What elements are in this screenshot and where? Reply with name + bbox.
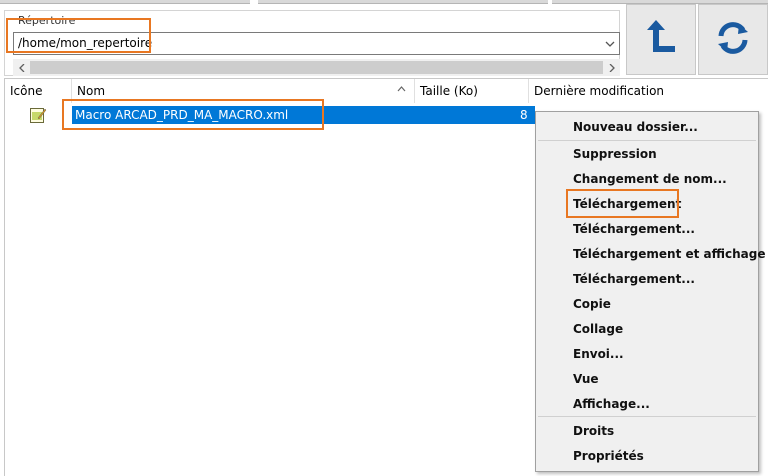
file-size: 8 [520,108,528,122]
sort-ascending-icon [397,84,406,95]
menu-item-view[interactable]: Vue [573,372,599,386]
column-header-icon[interactable]: Icône [5,79,72,103]
menu-item-download-and-view[interactable]: Téléchargement et affichage [573,247,766,261]
menu-item-download-to[interactable]: Téléchargement... [573,272,695,286]
column-size-label: Taille (Ko) [420,84,478,98]
menu-item-delete[interactable]: Suppression [573,147,657,161]
column-header-modified[interactable]: Dernière modification [529,79,768,103]
column-modified-label: Dernière modification [534,84,665,98]
directory-combobox[interactable]: /home/mon_repertoire [13,32,620,55]
menu-separator [538,140,756,141]
column-header-size[interactable]: Taille (Ko) [415,79,529,103]
menu-item-display[interactable]: Affichage... [573,397,650,411]
file-name[interactable]: Macro ARCAD_PRD_MA_MACRO.xml [75,108,288,122]
row-size-cell-bg[interactable] [415,106,535,124]
arrow-up-corner-icon [641,18,681,61]
menu-separator [538,416,756,417]
scrollbar-thumb[interactable] [30,61,603,74]
parent-directory-button[interactable] [626,4,696,75]
menu-item-new-folder[interactable]: Nouveau dossier... [573,120,698,134]
tab-strip-segment [258,0,548,4]
menu-item-download-as[interactable]: Téléchargement... [573,222,695,236]
column-header-name[interactable]: Nom [72,79,415,103]
xml-file-icon [29,106,47,127]
column-name-label: Nom [77,84,106,98]
menu-item-properties[interactable]: Propriétés [573,449,644,463]
refresh-button[interactable] [698,4,768,75]
context-menu: Nouveau dossier... Suppression Changemen… [535,111,766,472]
tab-strip-segment [0,0,250,4]
menu-item-download[interactable]: Téléchargement [573,197,681,211]
scroll-right-icon[interactable] [603,59,620,76]
menu-item-send[interactable]: Envoi... [573,347,624,361]
chevron-down-icon[interactable] [600,33,619,54]
directory-label: Répertoire [15,14,79,27]
column-icon-label: Icône [10,84,43,98]
menu-item-rename[interactable]: Changement de nom... [573,172,727,186]
scroll-left-icon[interactable] [13,59,30,76]
menu-item-copy[interactable]: Copie [573,297,611,311]
directory-path-value[interactable]: /home/mon_repertoire [18,36,152,50]
menu-item-permissions[interactable]: Droits [573,424,614,438]
menu-item-paste[interactable]: Collage [573,322,623,336]
refresh-icon [713,18,753,61]
horizontal-scrollbar[interactable] [13,59,620,76]
directory-group: Répertoire /home/mon_repertoire [4,10,620,76]
